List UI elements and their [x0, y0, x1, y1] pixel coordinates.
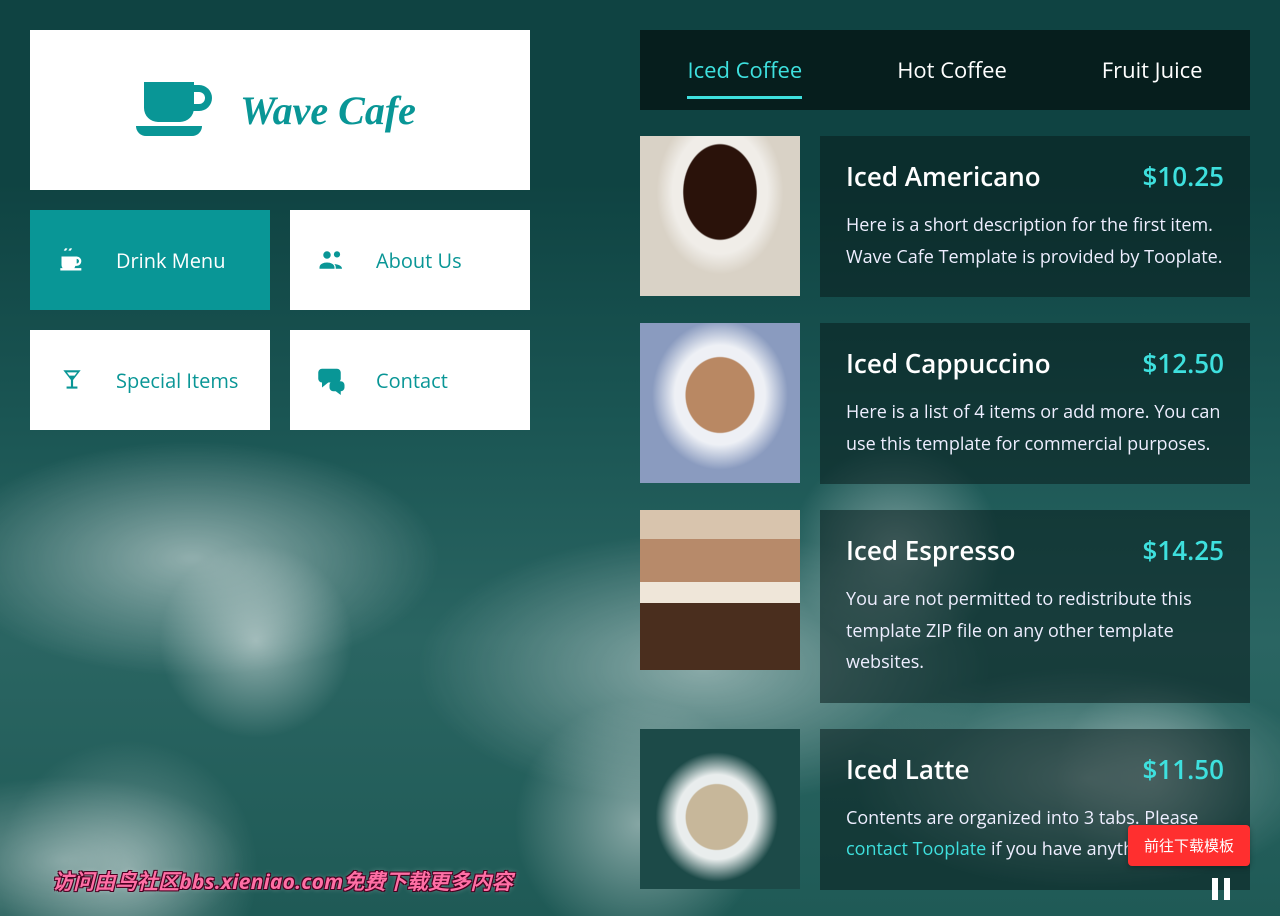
- nav-about-us[interactable]: About Us: [290, 210, 530, 310]
- item-price: $11.50: [1143, 751, 1224, 787]
- nav-contact[interactable]: Contact: [290, 330, 530, 430]
- item-image: [640, 136, 800, 296]
- download-template-button[interactable]: 前往下载模板: [1128, 825, 1250, 866]
- item-card: Iced Americano $10.25 Here is a short de…: [820, 136, 1250, 297]
- logo-box: Wave Cafe: [30, 30, 530, 190]
- menu-item: Iced Americano $10.25 Here is a short de…: [640, 136, 1250, 297]
- item-card: Iced Espresso $14.25 You are not permitt…: [820, 510, 1250, 703]
- nav-label: Special Items: [116, 367, 238, 394]
- item-title: Iced Espresso: [846, 532, 1016, 568]
- tab-hot-coffee[interactable]: Hot Coffee: [897, 49, 1007, 91]
- item-description: You are not permitted to redistribute th…: [846, 584, 1224, 679]
- logo-cup-icon: [144, 82, 214, 138]
- menu-item-list: Iced Americano $10.25 Here is a short de…: [640, 136, 1250, 890]
- footer-promo-text: 访问由鸟社区bbs.xieniao.com免费下载更多内容: [52, 866, 513, 896]
- nav-label: Contact: [376, 367, 448, 394]
- nav-special-items[interactable]: Special Items: [30, 330, 270, 430]
- item-title: Iced Americano: [846, 158, 1041, 194]
- nav-drink-menu[interactable]: Drink Menu: [30, 210, 270, 310]
- cup-icon: [56, 246, 88, 274]
- glass-icon: [56, 367, 88, 393]
- item-image: [640, 729, 800, 889]
- right-column: Iced Coffee Hot Coffee Fruit Juice Iced …: [640, 30, 1250, 890]
- pause-video-button[interactable]: [1206, 874, 1236, 904]
- item-card: Iced Cappuccino $12.50 Here is a list of…: [820, 323, 1250, 484]
- nav-label: About Us: [376, 247, 462, 274]
- item-image: [640, 510, 800, 670]
- logo-text: Wave Cafe: [240, 87, 416, 134]
- tab-iced-coffee[interactable]: Iced Coffee: [687, 49, 802, 91]
- item-price: $10.25: [1143, 158, 1224, 194]
- item-price: $12.50: [1143, 345, 1224, 381]
- nav-grid: Drink Menu About Us Special Items Contac…: [30, 210, 530, 430]
- tab-fruit-juice[interactable]: Fruit Juice: [1102, 49, 1203, 91]
- item-description: Here is a list of 4 items or add more. Y…: [846, 397, 1224, 460]
- item-description: Here is a short description for the firs…: [846, 210, 1224, 273]
- left-column: Wave Cafe Drink Menu About Us Special It…: [30, 30, 530, 430]
- users-icon: [316, 245, 348, 275]
- menu-item: Iced Cappuccino $12.50 Here is a list of…: [640, 323, 1250, 484]
- contact-tooplate-link[interactable]: contact Tooplate: [846, 837, 986, 861]
- nav-label: Drink Menu: [116, 247, 225, 274]
- chat-icon: [316, 365, 348, 395]
- item-price: $14.25: [1143, 532, 1224, 568]
- tab-bar: Iced Coffee Hot Coffee Fruit Juice: [640, 30, 1250, 110]
- item-image: [640, 323, 800, 483]
- item-title: Iced Latte: [846, 751, 970, 787]
- menu-item: Iced Espresso $14.25 You are not permitt…: [640, 510, 1250, 703]
- item-title: Iced Cappuccino: [846, 345, 1051, 381]
